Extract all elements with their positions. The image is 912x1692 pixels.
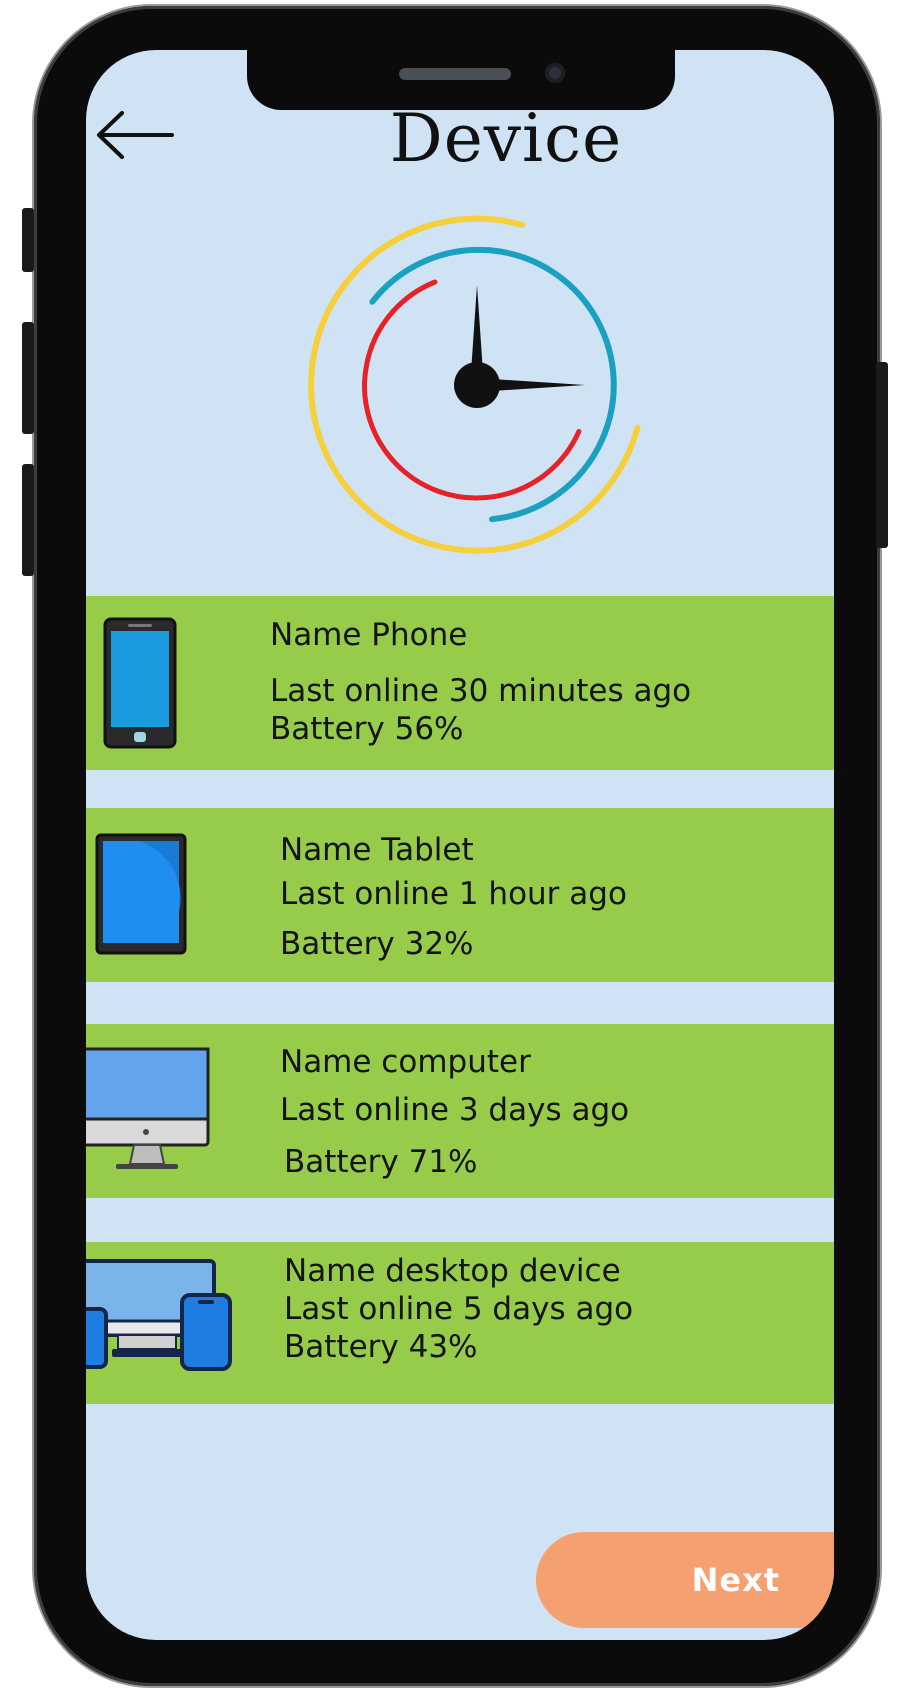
tablet-icon: [95, 833, 187, 955]
mute-switch: [22, 208, 34, 272]
clock-icon: [308, 215, 641, 554]
device-last-online: Last online 3 days ago: [280, 1092, 630, 1128]
device-name: Name desktop device: [284, 1253, 621, 1289]
multi-device-icon: [86, 1259, 232, 1371]
smartphone-icon: [103, 617, 177, 749]
power-button: [876, 362, 888, 548]
device-last-online: Last online 5 days ago: [284, 1291, 634, 1327]
device-name: Name Phone: [270, 617, 468, 653]
device-battery: Battery 56%: [270, 711, 464, 747]
back-button[interactable]: [92, 110, 178, 160]
device-card-tablet[interactable]: Name Tablet Last online 1 hour ago Batte…: [86, 808, 834, 982]
device-battery: Battery 32%: [280, 926, 474, 962]
device-last-online: Last online 1 hour ago: [280, 876, 627, 912]
app-screen: Device Name Phone Last online 30 minutes…: [86, 50, 834, 1640]
arrow-left-icon: [97, 111, 174, 159]
page-title: Device: [389, 100, 623, 177]
device-card-phone[interactable]: Name Phone Last online 30 minutes ago Ba…: [86, 596, 834, 770]
volume-up-button: [22, 322, 34, 434]
device-last-online: Last online 30 minutes ago: [270, 673, 692, 709]
device-name: Name Tablet: [280, 832, 474, 868]
next-button[interactable]: Next: [536, 1532, 834, 1628]
front-camera-icon: [545, 63, 565, 83]
speaker-grille: [399, 68, 511, 80]
notch: [247, 48, 675, 110]
computer-icon: [86, 1047, 210, 1169]
device-battery: Battery 43%: [284, 1329, 478, 1365]
device-name: Name computer: [280, 1044, 531, 1080]
device-card-desktop[interactable]: Name desktop device Last online 5 days a…: [86, 1242, 834, 1404]
volume-down-button: [22, 464, 34, 576]
device-card-computer[interactable]: Name computer Last online 3 days ago Bat…: [86, 1024, 834, 1198]
device-battery: Battery 71%: [284, 1144, 478, 1180]
